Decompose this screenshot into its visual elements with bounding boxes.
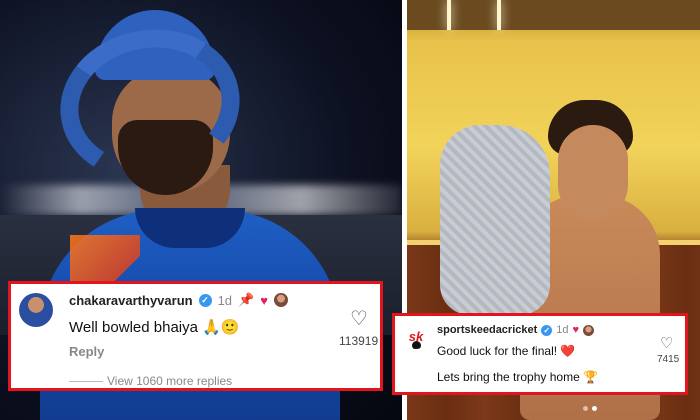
pray-emoji: 🙏 (202, 319, 221, 336)
ceiling-light (497, 0, 501, 30)
comment-header: chakaravarthyvarun ✓ 1d 📌 ♥ (69, 292, 288, 308)
reply-button[interactable]: Reply (69, 344, 104, 359)
view-more-replies-link[interactable]: View 1060 more replies (107, 374, 232, 388)
avatar[interactable] (19, 293, 53, 327)
highlighted-comment-right: sk sportskeedacricket ✓ 1d ♥ Good luck f… (392, 313, 688, 395)
carousel-dot-active[interactable] (592, 406, 597, 411)
author-like-avatar (583, 324, 595, 336)
comment-line-1: Good luck for the final! ❤️ (437, 344, 575, 358)
like-heart-icon[interactable]: ♡ (660, 334, 673, 352)
carousel-dots (583, 406, 597, 411)
comment-text: Well bowled bhaiya 🙏🙂 (69, 318, 240, 336)
comment-time: 1d (217, 292, 233, 308)
author-like-avatar (273, 293, 288, 307)
username[interactable]: sportskeedacricket (437, 324, 537, 336)
like-count: 113919 (339, 334, 379, 348)
comment-body: Good luck for the final! (437, 344, 558, 358)
checked-shirt (440, 125, 550, 315)
actor-head (558, 125, 628, 220)
heart-icon: ♥ (572, 324, 580, 336)
carousel-dot[interactable] (583, 406, 588, 411)
highlighted-comment-left: chakaravarthyvarun ✓ 1d 📌 ♥ Well bowled … (8, 281, 383, 391)
replies-divider (69, 381, 103, 382)
cricket-ball-icon (412, 341, 421, 349)
comment-header: sportskeedacricket ✓ 1d ♥ (437, 324, 595, 336)
ceiling (407, 0, 700, 30)
red-heart-emoji: ❤️ (560, 344, 576, 358)
ceiling-light (447, 0, 451, 30)
comment-time: 1d (556, 324, 569, 336)
trophy-emoji: 🏆 (583, 370, 599, 384)
pin-icon: 📌 (238, 292, 255, 307)
comment-line-2: Lets bring the trophy home 🏆 (437, 370, 598, 384)
avatar[interactable]: sk (403, 323, 429, 349)
comment-body: Well bowled bhaiya (69, 319, 198, 336)
username[interactable]: chakaravarthyvarun (69, 293, 193, 308)
smile-emoji: 🙂 (220, 319, 240, 336)
heart-icon: ♥ (260, 292, 268, 308)
comment-body: Lets bring the trophy home (437, 370, 580, 384)
verified-badge-icon: ✓ (198, 293, 212, 307)
like-count: 7415 (657, 354, 680, 365)
like-heart-icon[interactable]: ♡ (350, 306, 368, 331)
verified-badge-icon: ✓ (541, 324, 553, 336)
